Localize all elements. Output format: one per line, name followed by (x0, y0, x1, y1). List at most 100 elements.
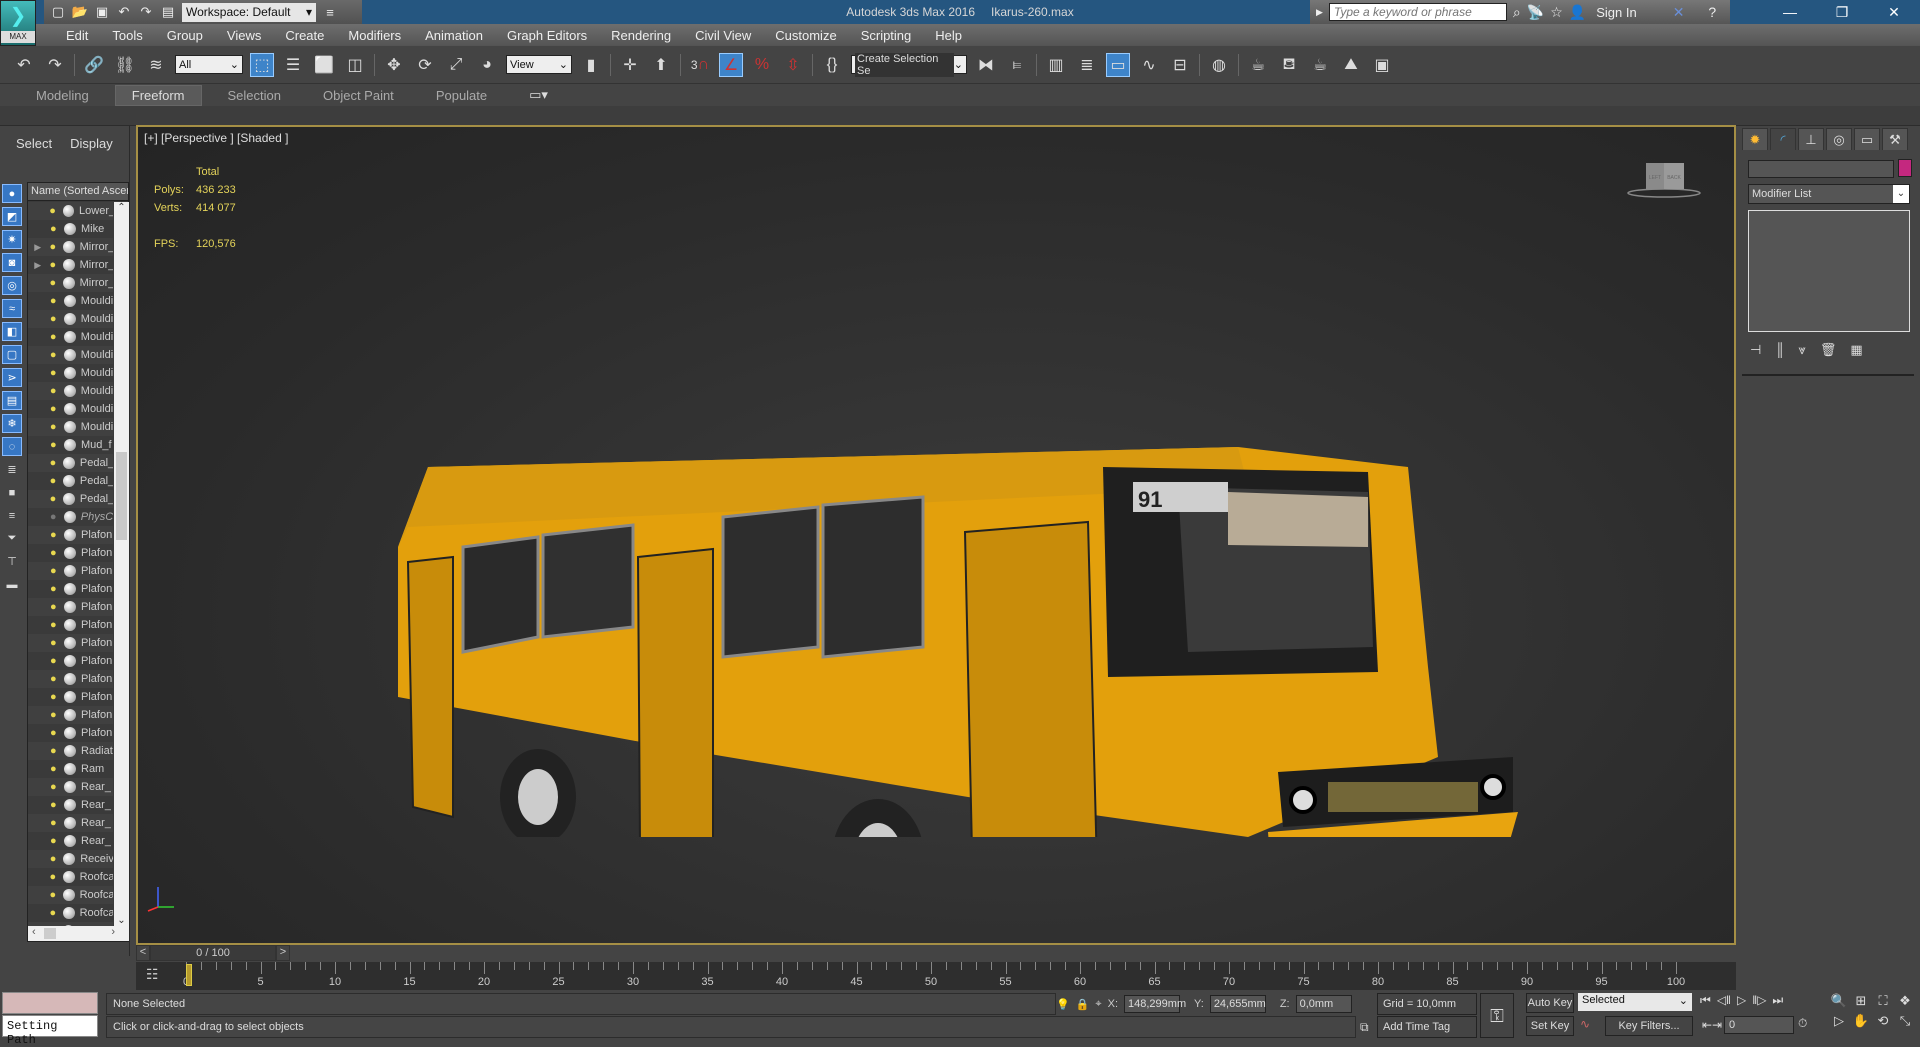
object-list-item[interactable]: ● Pedal_ (28, 454, 113, 472)
object-list-item[interactable]: ● Plafon (28, 598, 113, 616)
freeze-toggle-sphere-icon[interactable] (63, 475, 75, 487)
zoom-extents-all-icon[interactable]: ❖ (1896, 993, 1914, 1009)
hide-toggle-bulb-icon[interactable]: ● (50, 907, 60, 919)
object-list-item[interactable]: ▶ ● Mirror_ (28, 238, 113, 256)
freeze-toggle-sphere-icon[interactable] (64, 691, 76, 703)
object-list-item[interactable]: ● Rear_ (28, 814, 113, 832)
workspace-dropdown[interactable]: Workspace: Default ▾ (182, 2, 316, 22)
object-name-field[interactable] (1748, 160, 1894, 178)
hide-toggle-bulb-icon[interactable]: ● (50, 889, 60, 901)
help-search-input[interactable] (1328, 3, 1507, 21)
display-none-icon[interactable]: ■ (2, 483, 22, 502)
freeze-toggle-sphere-icon[interactable] (63, 457, 75, 469)
select-object-icon[interactable]: ⬚ (250, 52, 274, 77)
help-icon[interactable]: ? (1708, 4, 1716, 20)
freeze-toggle-sphere-icon[interactable] (63, 853, 76, 865)
object-list-item[interactable]: ● Mouldi (28, 418, 113, 436)
menu-animation[interactable]: Animation (413, 28, 495, 43)
track-bar[interactable]: ☷ 05101520253035404550556065707580859095… (136, 962, 1736, 990)
object-list-item[interactable]: ● Mouldi (28, 382, 113, 400)
hide-toggle-bulb-icon[interactable]: ● (49, 205, 58, 217)
project-icon[interactable]: ▤ (160, 4, 176, 20)
hide-toggle-bulb-icon[interactable]: ● (50, 727, 60, 739)
freeze-toggle-sphere-icon[interactable] (63, 385, 76, 397)
hide-toggle-bulb-icon[interactable]: ● (50, 295, 60, 307)
align-icon[interactable]: ⫢ (1005, 53, 1029, 77)
go-to-start-icon[interactable]: ⏮ (1700, 993, 1711, 1008)
current-frame-field[interactable]: 0 (1724, 1016, 1794, 1034)
layer-explorer-icon[interactable]: ≣ (1075, 53, 1099, 77)
h-scrollbar-thumb[interactable] (44, 928, 56, 939)
viewport-label-menu[interactable]: [+] [Perspective ] [Shaded ] (144, 131, 288, 145)
scroll-left-icon[interactable]: ‹ (32, 926, 36, 938)
freeze-toggle-sphere-icon[interactable] (64, 673, 76, 685)
next-frame-button[interactable]: > (276, 945, 290, 961)
y-coordinate-field[interactable]: 24,655mm (1209, 995, 1266, 1013)
hide-toggle-bulb-icon[interactable]: ● (50, 637, 60, 649)
object-list-item[interactable]: ● PhysC (28, 508, 113, 526)
curve-editor-icon[interactable]: ∿ (1137, 53, 1161, 77)
menu-help[interactable]: Help (923, 28, 974, 43)
hide-toggle-bulb-icon[interactable]: ● (50, 547, 60, 559)
freeze-toggle-sphere-icon[interactable] (64, 727, 76, 739)
show-end-result-icon[interactable]: ║ (1775, 342, 1784, 358)
ribbon-tab-modeling[interactable]: Modeling (20, 86, 105, 105)
select-by-name-icon[interactable]: ☰ (281, 53, 305, 77)
horizontal-scrollbar[interactable]: ‹ › (28, 926, 129, 941)
percent-snap-icon[interactable]: % (750, 53, 774, 77)
filter-icon[interactable]: ⏷ (2, 529, 22, 548)
maxscript-listener-input[interactable] (2, 992, 98, 1014)
ribbon-tab-object-paint[interactable]: Object Paint (307, 86, 410, 105)
freeze-toggle-sphere-icon[interactable] (63, 367, 76, 379)
hide-toggle-bulb-icon[interactable]: ● (50, 367, 60, 379)
key-filters-button[interactable]: Key Filters... (1605, 1016, 1693, 1036)
object-list-item[interactable]: ● Mouldi (28, 364, 113, 382)
curve-editor-mini-icon[interactable]: ☷ (146, 966, 159, 983)
object-list-item[interactable]: ● Ram (28, 760, 113, 778)
freeze-toggle-sphere-icon[interactable] (64, 223, 76, 235)
render-in-cloud-icon[interactable]: ▣ (1370, 53, 1394, 77)
explorer-display-menu[interactable]: Display (70, 136, 113, 151)
orbit-icon[interactable]: ⟲ (1874, 1013, 1892, 1029)
freeze-toggle-sphere-icon[interactable] (64, 799, 76, 811)
hide-toggle-bulb-icon[interactable]: ● (50, 691, 60, 703)
unlink-icon[interactable]: ⛓ (113, 53, 137, 77)
hide-toggle-bulb-icon[interactable]: ● (50, 529, 60, 541)
hide-toggle-bulb-icon[interactable]: ● (50, 583, 60, 595)
hide-toggle-bulb-icon[interactable]: ● (50, 277, 60, 289)
hide-toggle-bulb-icon[interactable]: ● (50, 565, 60, 577)
object-list-item[interactable]: ● Rear_ (28, 832, 113, 850)
object-list-item[interactable]: ● Plafon (28, 724, 113, 742)
remove-modifier-icon[interactable]: 🗑 (1820, 342, 1837, 358)
restore-icon[interactable]: ❐ (1816, 0, 1868, 24)
freeze-toggle-sphere-icon[interactable] (64, 439, 76, 451)
object-list-item[interactable]: ● Plafon (28, 580, 113, 598)
hide-toggle-bulb-icon[interactable]: ● (50, 259, 60, 271)
freeze-toggle-sphere-icon[interactable] (63, 889, 75, 901)
play-icon[interactable]: ▷ (1737, 993, 1746, 1008)
menu-rendering[interactable]: Rendering (599, 28, 683, 43)
object-list-item[interactable]: ● Roofca (28, 904, 113, 922)
redo-icon[interactable]: ↷ (43, 53, 67, 77)
ribbon-tab-selection[interactable]: Selection (212, 86, 297, 105)
key-icon[interactable]: ⚿ (1480, 993, 1514, 1038)
ribbon-tab-freeform[interactable]: Freeform (114, 84, 202, 106)
object-list-item[interactable]: ● Mouldi (28, 328, 113, 346)
object-list-item[interactable]: ● Plafon (28, 652, 113, 670)
scroll-down-icon[interactable]: ⌄ (114, 915, 129, 926)
maximize-viewport-icon[interactable]: ⤡ (1896, 1013, 1914, 1029)
hide-toggle-bulb-icon[interactable]: ● (50, 241, 60, 253)
display-groups-icon[interactable]: ◧ (2, 322, 22, 341)
hide-toggle-bulb-icon[interactable]: ● (50, 817, 60, 829)
freeze-toggle-sphere-icon[interactable] (64, 655, 76, 667)
menu-group[interactable]: Group (155, 28, 215, 43)
freeze-toggle-sphere-icon[interactable] (63, 871, 75, 883)
hide-toggle-bulb-icon[interactable]: ● (50, 763, 60, 775)
object-list-item[interactable]: ● Mirror_ (28, 274, 113, 292)
freeze-toggle-sphere-icon[interactable] (64, 781, 76, 793)
minimize-icon[interactable]: — (1764, 0, 1816, 24)
expand-arrow-icon[interactable]: ▶ (32, 242, 44, 253)
object-list-item[interactable]: ● Plafon (28, 526, 113, 544)
snaps-toggle-icon[interactable]: 3 ∩ (688, 53, 712, 77)
configure-modifier-sets-icon[interactable]: ▦ (1850, 342, 1862, 358)
